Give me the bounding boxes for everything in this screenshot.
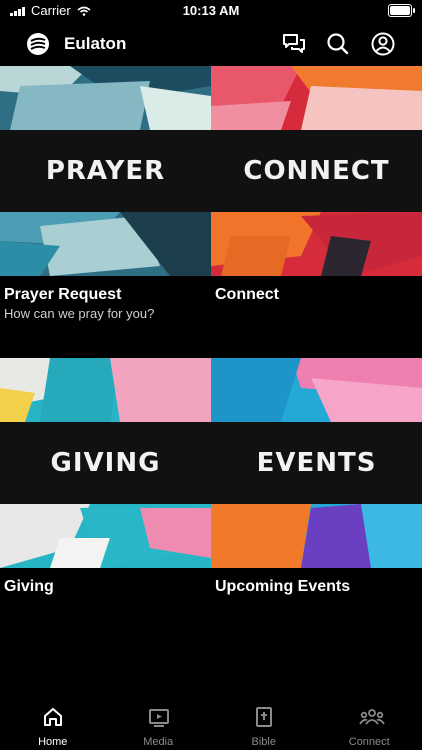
upcoming-events-title: Upcoming Events bbox=[215, 578, 351, 595]
tab-bar: Home Media Bible Connect bbox=[0, 700, 422, 750]
prayer-request-subtitle: How can we pray for you? bbox=[4, 306, 155, 321]
connect-band-text: CONNECT bbox=[243, 156, 390, 186]
tab-bible-label: Bible bbox=[251, 736, 276, 748]
tab-connect[interactable]: Connect bbox=[317, 700, 422, 750]
page-title: Eulaton bbox=[64, 34, 127, 53]
battery-icon bbox=[388, 4, 415, 17]
events-band-text: EVENTS bbox=[256, 448, 377, 478]
prayer-band-text: PRAYER bbox=[45, 156, 166, 186]
people-icon bbox=[358, 709, 385, 725]
tab-connect-label: Connect bbox=[348, 736, 390, 748]
giving-title: Giving bbox=[4, 578, 54, 595]
giving-band-text: GIVING bbox=[50, 448, 161, 478]
search-icon[interactable] bbox=[325, 31, 351, 57]
profile-icon[interactable] bbox=[370, 31, 396, 57]
tab-media-label: Media bbox=[143, 736, 174, 748]
giving-card[interactable]: GIVING Giving bbox=[0, 358, 211, 648]
connect-card[interactable]: CONNECT Connect bbox=[211, 66, 422, 356]
church-logo-icon bbox=[27, 33, 49, 55]
chat-icon[interactable] bbox=[281, 31, 307, 57]
status-time: 10:13 AM bbox=[182, 3, 240, 18]
tab-bible[interactable]: Bible bbox=[211, 700, 317, 750]
app-header: Eulaton bbox=[0, 22, 422, 66]
prayer-request-title: Prayer Request bbox=[4, 286, 122, 303]
tab-home[interactable]: Home bbox=[0, 700, 106, 750]
prayer-request-card[interactable]: PRAYER Prayer Request How can we pray fo… bbox=[0, 66, 211, 356]
play-icon bbox=[148, 709, 169, 727]
status-bar: Carrier 10:13 AM bbox=[0, 0, 422, 22]
bible-icon bbox=[256, 707, 272, 727]
home-icon bbox=[44, 708, 62, 726]
upcoming-events-card[interactable]: EVENTS Upcoming Events bbox=[211, 358, 422, 648]
tab-media[interactable]: Media bbox=[106, 700, 212, 750]
tab-home-label: Home bbox=[38, 736, 68, 748]
connect-title: Connect bbox=[215, 286, 279, 303]
